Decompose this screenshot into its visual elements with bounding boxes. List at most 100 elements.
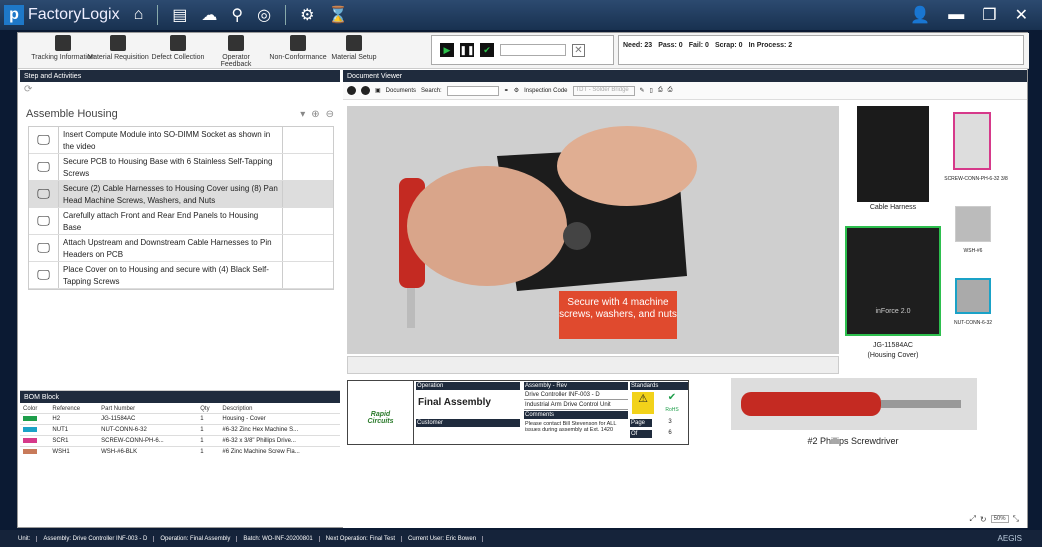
- material-setup-button[interactable]: Material Setup: [326, 35, 382, 61]
- of-header: Of: [630, 430, 652, 438]
- cloud-icon[interactable]: ☁: [201, 5, 217, 25]
- operator-feedback-button[interactable]: Operator Feedback: [206, 35, 266, 68]
- step-label: Secure (2) Cable Harnesses to Housing Co…: [59, 181, 283, 207]
- assembly-status: Assembly: Drive Controller INF-003 - D: [43, 535, 155, 542]
- search-select[interactable]: [446, 85, 499, 96]
- gear-icon[interactable]: ⚙: [300, 5, 314, 25]
- settings-icon[interactable]: ⚙: [514, 87, 519, 94]
- play-icon[interactable]: ▶: [440, 43, 454, 57]
- print-all-icon[interactable]: ⎙: [668, 87, 673, 94]
- viewer-toolbar: ▣ Documents Search: ⚭ ⚙ Inspection Code …: [343, 82, 1027, 100]
- step-item[interactable]: 🖵 Carefully attach Front and Rear End Pan…: [29, 208, 333, 235]
- step-icon: 🖵: [29, 235, 59, 261]
- rohs-check-icon: ✔ RoHS: [665, 392, 679, 413]
- comments-header: Comments: [524, 411, 628, 419]
- nut-thumb[interactable]: [955, 278, 991, 314]
- step-icon: 🖵: [29, 154, 59, 180]
- globe-icon[interactable]: ◎: [257, 5, 271, 25]
- next-operation-status: Next Operation: Final Test: [326, 535, 403, 542]
- column-header: Qty: [200, 406, 210, 412]
- scrap-count: Scrap: 0: [714, 42, 743, 49]
- forward-icon[interactable]: [361, 86, 370, 95]
- material-requisition-button[interactable]: Material Requisition: [86, 35, 150, 61]
- current-user-status: Current User: Eric Bowen: [408, 535, 484, 542]
- title-bar: p FactoryLogix ⌂ ▤ ☁ ⚲ ◎ ⚙ ⌛ 👤 ▬ ❐ ✕: [0, 0, 1042, 30]
- esd-warning-icon: ⚠: [632, 392, 654, 414]
- operation-value: Final Assembly: [418, 397, 491, 408]
- documents-icon[interactable]: ▣: [375, 87, 381, 94]
- table-row[interactable]: NUT1 NUT-CONN-6-32 1 #6-32 Zinc Hex Machine…: [20, 424, 340, 436]
- operation-status: Operation: Final Assembly: [160, 535, 238, 542]
- clipboard-icon[interactable]: ▯: [650, 87, 653, 94]
- documents-icon[interactable]: ▤: [172, 5, 187, 25]
- step-item[interactable]: 🖵 Place Cover on to Housing and secure wi…: [29, 262, 333, 289]
- edit-icon[interactable]: ✎: [640, 87, 645, 94]
- remove-icon[interactable]: ⊖: [326, 109, 334, 120]
- search-label: Search:: [421, 87, 442, 94]
- check-icon[interactable]: ✔: [480, 43, 494, 57]
- defect-collection-button[interactable]: Defect Collection: [148, 35, 208, 61]
- info-table: Rapid Circuits Operation Final Assembly C…: [347, 380, 689, 445]
- screwdriver-caption: #2 Phillips Screwdriver: [807, 436, 899, 446]
- inforce-label: inForce 2.0: [875, 308, 911, 315]
- cable-harness-thumb[interactable]: Cable Harness: [857, 106, 929, 218]
- add-icon[interactable]: ⊕: [311, 109, 319, 120]
- need-count: Need: 23: [623, 42, 653, 49]
- screwdriver-graphic: [741, 392, 961, 416]
- non-conformance-icon: [290, 35, 306, 51]
- color-swatch: [23, 448, 37, 454]
- app-logo: p: [4, 5, 24, 25]
- washer-thumb[interactable]: [955, 206, 991, 242]
- collapse-icon[interactable]: ▾: [300, 109, 305, 120]
- step-item[interactable]: 🖵 Insert Compute Module into SO-DIMM Sock…: [29, 127, 333, 154]
- step-label: Carefully attach Front and Rear End Pane…: [59, 208, 283, 234]
- screw-thumb[interactable]: [953, 112, 991, 170]
- binoculars-icon[interactable]: ⚭: [504, 87, 509, 94]
- cancel-icon[interactable]: ✕: [572, 43, 585, 57]
- bom-title: BOM Block: [20, 391, 340, 403]
- bom-panel: BOM Block Color Reference Part Number Qty De…: [20, 390, 340, 528]
- close-icon[interactable]: ✕: [1015, 5, 1028, 25]
- back-icon[interactable]: [347, 86, 356, 95]
- page-value: 3: [668, 419, 672, 425]
- inspection-input[interactable]: TDT - Solder Bridge: [572, 85, 635, 96]
- minimize-icon[interactable]: ▬: [948, 6, 964, 24]
- table-row[interactable]: SCR1 SCREW-CONN-PH-6... 1 #6-32 x 3/8" Phil…: [20, 435, 340, 447]
- location-icon[interactable]: ⚲: [231, 5, 243, 25]
- comments-value: Please contact Bill Stevenson for ALL is…: [525, 421, 617, 433]
- steps-panel: Step and Activities ⟳ Assemble Housing ▾…: [20, 70, 340, 390]
- home-icon[interactable]: ⌂: [134, 6, 144, 24]
- expand-icon[interactable]: ⤡: [1013, 514, 1019, 524]
- zoom-level[interactable]: 50%: [990, 515, 1009, 523]
- table-row[interactable]: H2 JG-11584AC 1 Housing - Cover: [20, 413, 340, 425]
- color-swatch: [23, 437, 37, 443]
- operation-header: Operation: [416, 382, 520, 390]
- main-window: Tracking Information Material Requisitio…: [17, 32, 1029, 528]
- video-slider[interactable]: [347, 356, 839, 374]
- refresh-icon[interactable]: ⟳: [20, 82, 340, 98]
- divider: [157, 5, 159, 25]
- housing-cover-thumb[interactable]: inForce 2.0: [845, 226, 941, 336]
- brand-logo: AEGIS: [997, 534, 1022, 543]
- instruction-callout: Secure with 4 machine screws, washers, a…: [559, 291, 677, 339]
- result-select[interactable]: [500, 44, 566, 56]
- column-header: Part Number: [101, 406, 136, 412]
- step-item[interactable]: 🖵 Secure PCB to Housing Base with 6 Stain…: [29, 154, 333, 181]
- step-label: Place Cover on to Housing and secure wit…: [59, 262, 283, 288]
- print-icon[interactable]: ⎙: [658, 87, 663, 94]
- fit-icon[interactable]: ⤢: [969, 514, 975, 524]
- toolbar: Tracking Information Material Requisitio…: [18, 33, 1029, 69]
- assembly-photo: Secure with 4 machine screws, washers, a…: [347, 106, 839, 354]
- pass-count: Pass: 0: [658, 42, 683, 49]
- counts-panel: Need: 23 Pass: 0 Fail: 0 Scrap: 0 In Pro…: [618, 35, 1024, 65]
- rotate-icon[interactable]: ↻: [980, 515, 987, 524]
- timer-icon[interactable]: ⌛: [328, 5, 348, 25]
- documents-label: Documents: [385, 87, 417, 94]
- table-row[interactable]: WSH1 WSH-#6-BLK 1 #6 Zinc Machine Screw Fla…: [20, 446, 340, 458]
- non-conformance-button[interactable]: Non-Conformance: [268, 35, 328, 61]
- step-item-selected[interactable]: 🖵 Secure (2) Cable Harnesses to Housing C…: [29, 181, 333, 208]
- user-icon[interactable]: 👤: [910, 5, 930, 25]
- restore-icon[interactable]: ❐: [982, 5, 996, 25]
- step-item[interactable]: 🖵 Attach Upstream and Downstream Cable Ha…: [29, 235, 333, 262]
- pause-icon[interactable]: ❚❚: [459, 43, 475, 57]
